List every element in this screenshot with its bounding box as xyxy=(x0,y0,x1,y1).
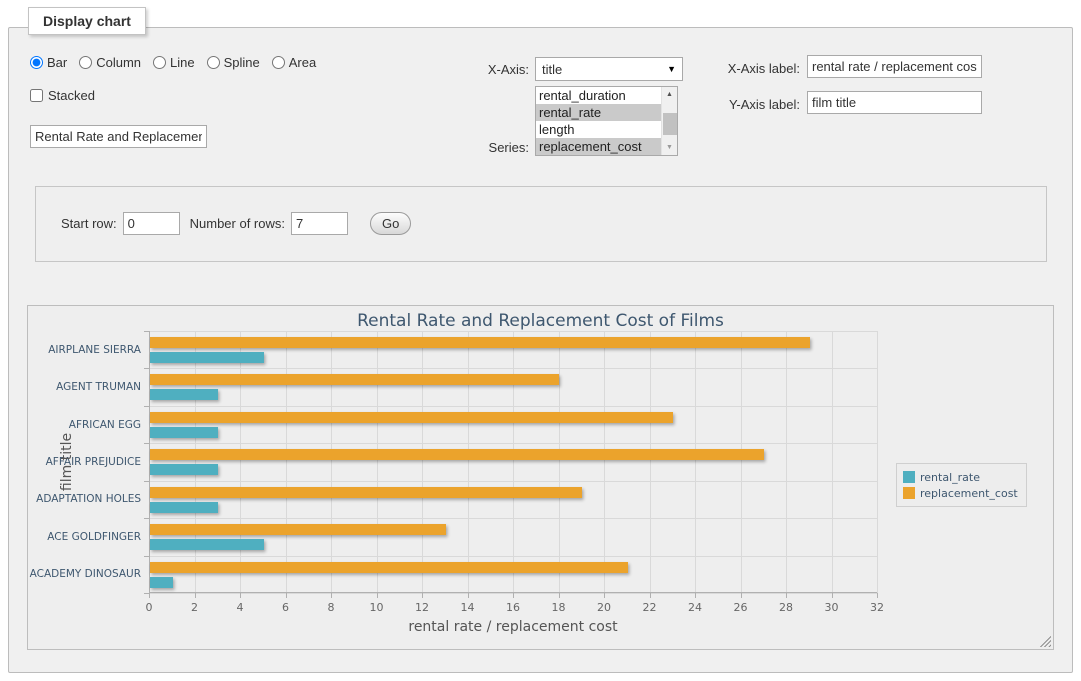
rows-panel-controls: Start row: Number of rows: Go xyxy=(61,212,411,235)
category-label: AIRPLANE SIERRA xyxy=(11,344,141,356)
chart-title: Rental Rate and Replacement Cost of Film… xyxy=(28,311,1053,331)
x-tick-label: 20 xyxy=(597,601,611,614)
radio-column-input[interactable] xyxy=(79,56,92,69)
bar-rental_rate xyxy=(150,352,264,363)
x-tick-label: 12 xyxy=(415,601,429,614)
scroll-up-icon[interactable]: ▲ xyxy=(662,87,677,102)
x-axis-select-label: X-Axis: xyxy=(430,62,529,77)
x-axis-label-field-label: X-Axis label: xyxy=(700,61,800,76)
radio-bar[interactable]: Bar xyxy=(30,55,67,70)
category-label: ADAPTATION HOLES xyxy=(11,493,141,505)
chart-plot-area: AIRPLANE SIERRAAGENT TRUMANAFRICAN EGGAF… xyxy=(149,331,877,593)
x-tick-label: 24 xyxy=(688,601,702,614)
x-tick-label: 6 xyxy=(282,601,289,614)
x-tick-label: 8 xyxy=(328,601,335,614)
series-list-scrollbar[interactable]: ▲ ▼ xyxy=(661,87,677,155)
bar-rental_rate xyxy=(150,502,218,513)
radio-spline-input[interactable] xyxy=(207,56,220,69)
bar-replacement_cost xyxy=(150,337,810,348)
radio-bar-input[interactable] xyxy=(30,56,43,69)
y-axis-label-input[interactable] xyxy=(807,91,982,114)
bar-rental_rate xyxy=(150,427,218,438)
x-tick-label: 32 xyxy=(870,601,884,614)
num-rows-label: Number of rows: xyxy=(190,216,285,231)
radio-line[interactable]: Line xyxy=(153,55,195,70)
x-tick-label: 18 xyxy=(552,601,566,614)
x-tick-label: 26 xyxy=(734,601,748,614)
go-button[interactable]: Go xyxy=(370,212,411,235)
chart-title-input[interactable] xyxy=(30,125,207,148)
bar-replacement_cost xyxy=(150,449,764,460)
scroll-down-icon[interactable]: ▼ xyxy=(662,140,677,155)
category-label: ACE GOLDFINGER xyxy=(11,531,141,543)
stacked-checkbox-row: Stacked xyxy=(30,88,95,103)
bar-rental_rate xyxy=(150,389,218,400)
bar-rental_rate xyxy=(150,577,173,588)
chevron-down-icon: ▼ xyxy=(667,64,676,74)
scrollbar-thumb[interactable] xyxy=(663,113,677,135)
legend-item-rental-rate[interactable]: rental_rate xyxy=(903,469,1018,485)
x-tick-label: 10 xyxy=(370,601,384,614)
panel-legend: Display chart xyxy=(28,7,146,35)
y-axis-label-field-label: Y-Axis label: xyxy=(700,97,800,112)
category-label: AFFAIR PREJUDICE xyxy=(11,456,141,468)
x-tick-label: 2 xyxy=(191,601,198,614)
radio-area-input[interactable] xyxy=(272,56,285,69)
x-tick-label: 30 xyxy=(825,601,839,614)
chart-legend: rental_rate replacement_cost xyxy=(896,463,1027,507)
start-row-input[interactable] xyxy=(123,212,180,235)
x-tick-label: 14 xyxy=(461,601,475,614)
bar-replacement_cost xyxy=(150,487,582,498)
y-axis-title: film title xyxy=(59,433,75,491)
series-option-rental-rate[interactable]: rental_rate xyxy=(536,104,661,121)
radio-line-input[interactable] xyxy=(153,56,166,69)
x-tick-label: 28 xyxy=(779,601,793,614)
chart-container: Rental Rate and Replacement Cost of Film… xyxy=(27,305,1054,650)
series-listbox[interactable]: rental_duration rental_rate length repla… xyxy=(535,86,678,156)
series-list-label: Series: xyxy=(430,140,529,155)
series-option-replacement-cost[interactable]: replacement_cost xyxy=(536,138,661,155)
x-axis-selected-value: title xyxy=(542,62,562,77)
category-label: ACADEMY DINOSAUR xyxy=(11,568,141,580)
x-tick-label: 0 xyxy=(146,601,153,614)
bar-replacement_cost xyxy=(150,524,446,535)
bar-replacement_cost xyxy=(150,562,628,573)
num-rows-input[interactable] xyxy=(291,212,348,235)
category-label: AGENT TRUMAN xyxy=(11,381,141,393)
x-tick-label: 22 xyxy=(643,601,657,614)
x-axis-title: rental rate / replacement cost xyxy=(149,619,877,635)
rental-rate-swatch-icon xyxy=(903,471,915,483)
bar-replacement_cost xyxy=(150,412,673,423)
stacked-label[interactable]: Stacked xyxy=(48,88,95,103)
radio-spline[interactable]: Spline xyxy=(207,55,260,70)
page: Display chart Bar Column Line Spline Are… xyxy=(0,0,1081,681)
bar-rental_rate xyxy=(150,464,218,475)
x-axis-label-input[interactable] xyxy=(807,55,982,78)
category-label: AFRICAN EGG xyxy=(11,419,141,431)
bar-replacement_cost xyxy=(150,374,559,385)
rows-panel: Start row: Number of rows: Go xyxy=(35,186,1047,262)
bar-rental_rate xyxy=(150,539,264,550)
start-row-label: Start row: xyxy=(61,216,117,231)
stacked-checkbox[interactable] xyxy=(30,89,43,102)
series-option-rental-duration[interactable]: rental_duration xyxy=(536,87,661,104)
x-tick-label: 4 xyxy=(237,601,244,614)
radio-area[interactable]: Area xyxy=(272,55,316,70)
series-option-length[interactable]: length xyxy=(536,121,661,138)
chart-type-radio-group: Bar Column Line Spline Area xyxy=(30,55,324,70)
radio-column[interactable]: Column xyxy=(79,55,141,70)
resize-handle[interactable] xyxy=(1039,635,1051,647)
x-tick-label: 16 xyxy=(506,601,520,614)
replacement-cost-swatch-icon xyxy=(903,487,915,499)
x-axis-select[interactable]: title ▼ xyxy=(535,57,683,81)
legend-item-replacement-cost[interactable]: replacement_cost xyxy=(903,485,1018,501)
